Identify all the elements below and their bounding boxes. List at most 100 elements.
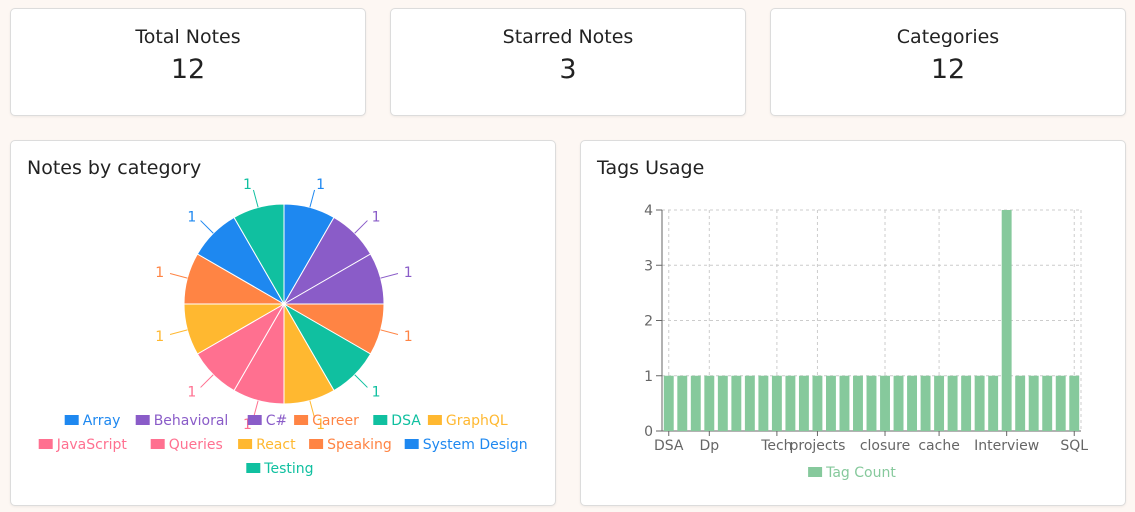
pie-label-line	[169, 329, 188, 336]
bar-tag-14[interactable]	[839, 375, 850, 431]
pie-label-line	[380, 272, 399, 279]
bar-tag-5[interactable]	[717, 375, 728, 431]
legend-swatch	[238, 439, 253, 449]
x-tick-label: projects	[789, 438, 845, 454]
legend-swatch	[808, 467, 823, 477]
bar-tag-25[interactable]	[988, 375, 999, 431]
notes-by-category-panel: Notes by category 1 1 1 1 1 1 1 1 1 1 1 1 Array Behav…	[10, 140, 556, 506]
legend-label: DSA	[391, 413, 421, 429]
pie-value-label: 1	[372, 209, 381, 225]
categories-card: Categories 12	[770, 8, 1126, 116]
x-tick-labels: DSA Dp Techprojects closure cache Interview SQ…	[654, 431, 1088, 454]
category-pie-chart: 111111111111Array Behavioral C# Career DSA Gr…	[38, 177, 528, 477]
legend-label: Queries	[169, 437, 223, 453]
bar-tag-6[interactable]	[731, 375, 742, 431]
legend-item-array[interactable]: Array	[64, 413, 121, 429]
starred-notes-label: Starred Notes	[502, 26, 634, 48]
x-tick-label: DSA	[654, 438, 684, 454]
legend-label: JavaScript	[56, 437, 128, 453]
tags-usage-panel: Tags Usage 0 1 2 3 4 DSA Dp Tech projects closure…	[580, 140, 1126, 506]
legend-item-c-[interactable]: C#	[247, 413, 288, 429]
pie-label-line	[380, 329, 399, 336]
legend-label: Tag Count	[825, 465, 896, 481]
total-notes-value: 12	[170, 54, 206, 85]
bar-dp[interactable]	[704, 375, 715, 431]
bar-tag-29[interactable]	[1042, 375, 1053, 431]
legend-item-system-design[interactable]: System Design	[404, 437, 528, 453]
pie-label-line	[169, 272, 188, 279]
bar-tag-24[interactable]	[974, 375, 985, 431]
pie-label-line	[309, 189, 316, 208]
pie-value-label: 1	[155, 265, 164, 281]
legend-item-queries[interactable]: Queries	[150, 437, 223, 453]
x-tick-label: SQL	[1060, 438, 1088, 454]
pie-label-line	[200, 374, 214, 388]
legend-item-graphql[interactable]: GraphQL	[427, 413, 508, 429]
legend-item-speaking[interactable]: Speaking	[309, 437, 392, 453]
y-tick-label: 4	[644, 203, 653, 219]
bar-tag-30[interactable]	[1055, 375, 1066, 431]
bar-closure[interactable]	[880, 375, 890, 431]
bar-sql[interactable]	[1069, 375, 1080, 431]
bar-tag-8[interactable]	[758, 375, 769, 431]
legend-item-behavioral[interactable]: Behavioral	[135, 413, 229, 429]
bar-tag-10[interactable]	[785, 375, 796, 431]
bar-tag-18[interactable]	[893, 375, 904, 431]
legend-item-javascript[interactable]: JavaScript	[38, 437, 128, 453]
pie-value-label: 1	[187, 385, 196, 401]
x-tick-label: closure	[860, 438, 910, 454]
legend-swatch	[64, 415, 79, 425]
bar-tag-15[interactable]	[853, 375, 863, 431]
pie-label-line	[354, 374, 368, 388]
pie-value-label: 1	[243, 177, 252, 193]
categories-value: 12	[930, 54, 966, 85]
legend-item-career[interactable]: Career	[294, 413, 359, 429]
bar-tech[interactable]	[771, 375, 782, 431]
y-tick-label: 3	[644, 258, 653, 274]
total-notes-card: Total Notes 12	[10, 8, 366, 116]
bar-tag-11[interactable]	[798, 375, 809, 431]
legend-label: Speaking	[327, 437, 392, 453]
bar-tag-2[interactable]	[677, 375, 688, 431]
bar-projects[interactable]	[812, 375, 823, 431]
bar-tag-23[interactable]	[961, 375, 972, 431]
tags-bar-chart: 0 1 2 3 4 DSA Dp Techprojects closure cache Interv…	[644, 203, 1088, 481]
legend-swatch	[150, 439, 165, 449]
pie-slices	[183, 203, 385, 405]
bar-tag-16[interactable]	[866, 375, 877, 431]
legend-item-react[interactable]: React	[238, 437, 296, 453]
x-tick-label: Interview	[974, 438, 1039, 454]
pie-value-label: 1	[155, 329, 164, 345]
x-tick-label: cache	[918, 438, 959, 454]
legend-label: GraphQL	[446, 413, 508, 429]
pie-label-line	[200, 220, 214, 234]
pie-value-label: 1	[316, 177, 325, 193]
pie-value-label: 1	[404, 265, 413, 281]
legend-label: Behavioral	[154, 413, 229, 429]
legend-item-dsa[interactable]: DSA	[373, 413, 421, 429]
bar-tag-13[interactable]	[825, 375, 836, 431]
bar-tag-3[interactable]	[690, 375, 701, 431]
bar-cache[interactable]	[934, 375, 945, 431]
legend-label: React	[256, 437, 296, 453]
bar-dsa[interactable]	[663, 375, 674, 431]
pie-value-label: 1	[404, 329, 413, 345]
bar-tag-27[interactable]	[1015, 375, 1026, 431]
legend-swatch	[246, 463, 261, 473]
legend-item-testing[interactable]: Testing	[246, 461, 314, 477]
bar-tag-28[interactable]	[1028, 375, 1039, 431]
bar-tag-22[interactable]	[947, 375, 958, 431]
bar-legend[interactable]: Tag Count	[808, 465, 896, 481]
legend-swatch	[404, 439, 419, 449]
total-notes-label: Total Notes	[135, 26, 241, 48]
x-tick-label: Tech	[760, 438, 792, 454]
bar-tag-19[interactable]	[907, 375, 918, 431]
legend-swatch	[247, 415, 262, 425]
legend-swatch	[427, 415, 442, 425]
bar-interview[interactable]	[1001, 210, 1012, 431]
legend-label: Testing	[263, 461, 313, 477]
legend-swatch	[38, 439, 53, 449]
bar-tag-7[interactable]	[744, 375, 755, 431]
bar-tag-20[interactable]	[920, 375, 931, 431]
pie-value-label: 1	[187, 209, 196, 225]
